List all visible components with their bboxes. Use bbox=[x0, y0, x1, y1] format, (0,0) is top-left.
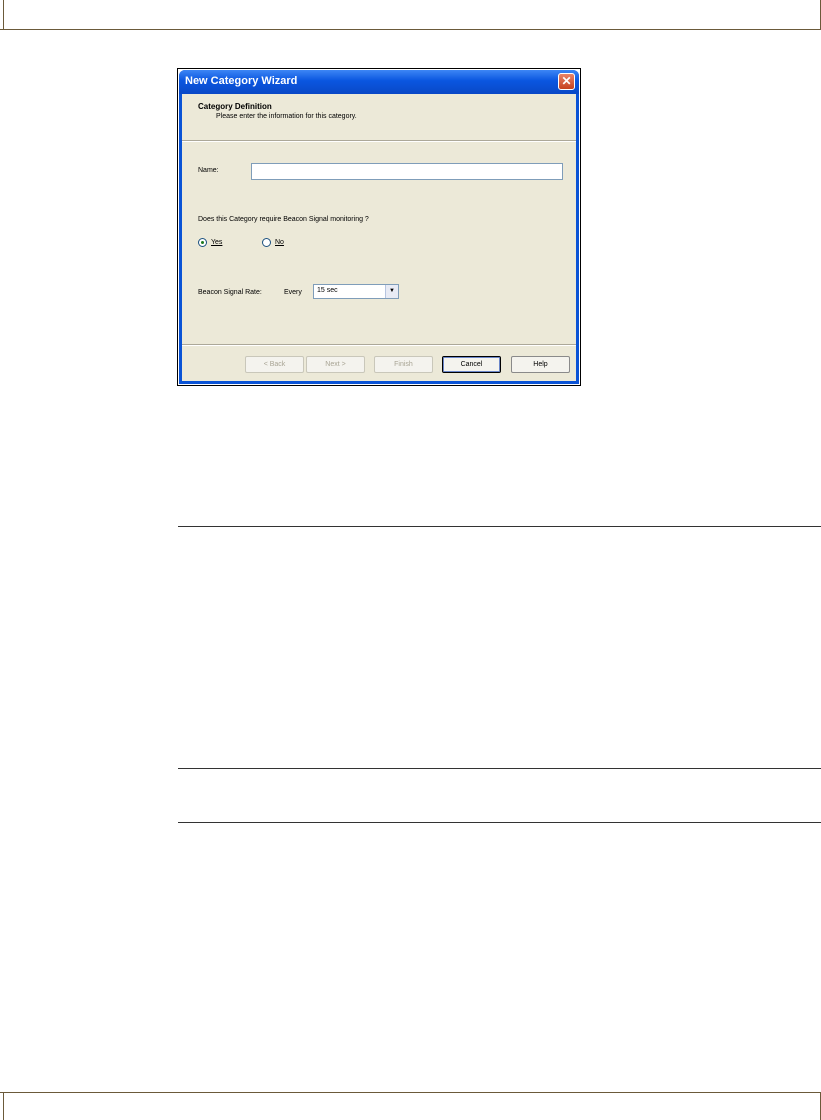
beacon-rate-label: Beacon Signal Rate: bbox=[198, 289, 262, 296]
wizard-window: New Category Wizard ✕ Category Definitio… bbox=[179, 70, 579, 384]
finish-button[interactable]: Finish bbox=[374, 356, 433, 373]
radio-yes-label[interactable]: Yes bbox=[211, 239, 222, 246]
window-title: New Category Wizard bbox=[185, 75, 298, 87]
radio-yes[interactable]: Yes bbox=[198, 238, 222, 247]
name-field[interactable] bbox=[251, 163, 563, 180]
radio-no-label[interactable]: No bbox=[275, 239, 284, 246]
radio-checked-icon[interactable] bbox=[198, 238, 207, 247]
page-heading: Category Definition bbox=[198, 102, 272, 111]
chevron-down-icon[interactable]: ▼ bbox=[385, 285, 398, 298]
every-label: Every bbox=[284, 289, 302, 296]
title-bar[interactable]: New Category Wizard ✕ bbox=[179, 70, 579, 94]
close-icon: ✕ bbox=[561, 74, 572, 88]
beacon-rate-value: 15 sec bbox=[317, 287, 338, 294]
help-button[interactable]: Help bbox=[511, 356, 570, 373]
beacon-question: Does this Category require Beacon Signal… bbox=[198, 216, 369, 223]
wizard-body: Category Definition Please enter the inf… bbox=[182, 94, 576, 381]
page-footer-rule bbox=[0, 1092, 821, 1093]
name-label: Name: bbox=[198, 167, 219, 174]
section-rule-2 bbox=[178, 768, 821, 769]
section-rule-3 bbox=[178, 822, 821, 823]
page-header-rule bbox=[0, 29, 821, 30]
page-header-left-bar bbox=[3, 0, 4, 30]
radio-no[interactable]: No bbox=[262, 238, 284, 247]
section-rule-1 bbox=[178, 526, 821, 527]
back-button[interactable]: < Back bbox=[245, 356, 304, 373]
footer-divider-highlight bbox=[182, 345, 576, 346]
cancel-button[interactable]: Cancel bbox=[442, 356, 501, 373]
header-divider-highlight bbox=[182, 141, 576, 142]
beacon-rate-select[interactable]: 15 sec ▼ bbox=[313, 284, 399, 299]
radio-unchecked-icon[interactable] bbox=[262, 238, 271, 247]
page-subheading: Please enter the information for this ca… bbox=[216, 113, 357, 120]
close-button[interactable]: ✕ bbox=[558, 73, 575, 90]
page-footer-left-bar bbox=[3, 1092, 4, 1120]
next-button[interactable]: Next > bbox=[306, 356, 365, 373]
